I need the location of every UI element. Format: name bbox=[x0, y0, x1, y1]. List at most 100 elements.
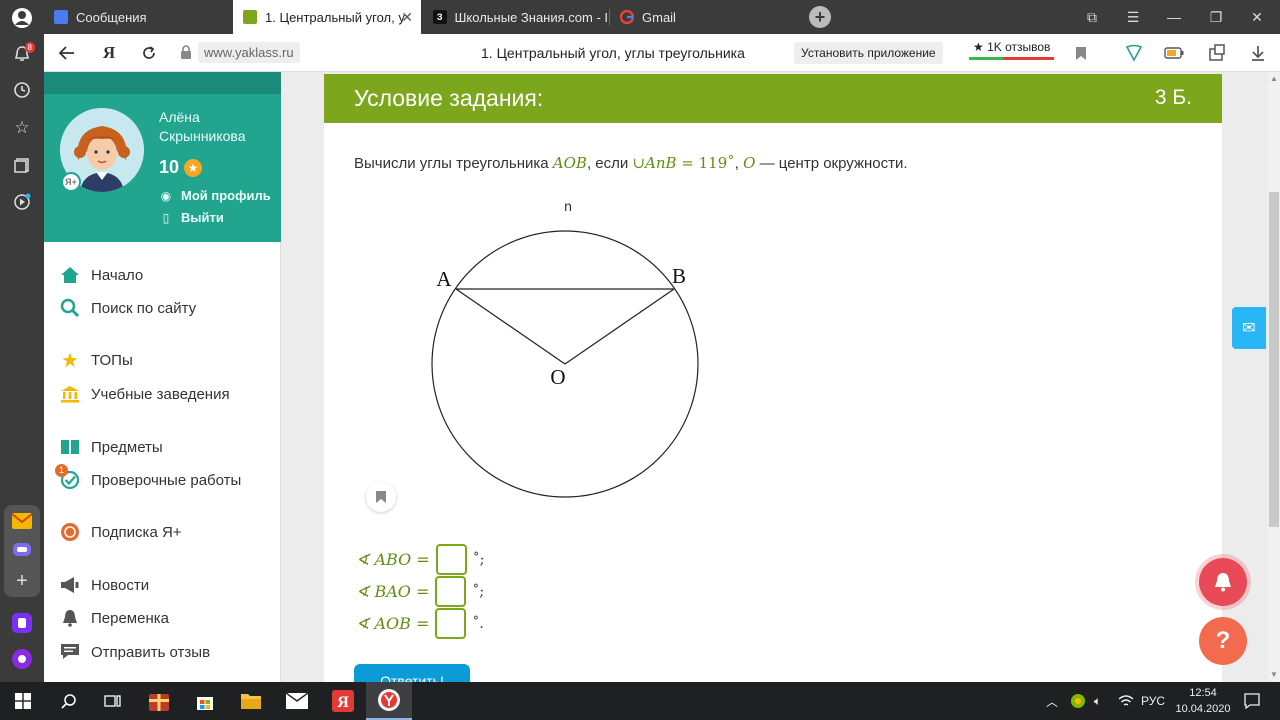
close-window-icon[interactable]: ✕ bbox=[1237, 0, 1277, 34]
voice-assistant-icon[interactable] bbox=[8, 645, 36, 673]
new-tab-button[interactable]: + bbox=[809, 6, 831, 28]
user-account-icon[interactable] bbox=[8, 4, 36, 32]
scrollbar-thumb[interactable] bbox=[1269, 192, 1279, 527]
tab-messages[interactable]: Сообщения bbox=[44, 0, 229, 34]
action-center-icon[interactable] bbox=[1244, 682, 1260, 720]
close-tab-icon[interactable]: ✕ bbox=[401, 9, 413, 26]
feedback-mail-tab[interactable]: ✉ bbox=[1232, 307, 1266, 349]
notifications-bell-button[interactable] bbox=[1199, 558, 1247, 606]
sidebar-item-label: ТОПы bbox=[91, 351, 133, 369]
sidebar-item-label: Отправить отзыв bbox=[91, 643, 211, 661]
sidebar-item-break[interactable]: Переменка bbox=[59, 608, 169, 628]
extensions-icon[interactable] bbox=[1207, 43, 1227, 63]
alice-app-icon[interactable] bbox=[8, 609, 36, 637]
sidebar-item-feedback[interactable]: Отправить отзыв bbox=[59, 642, 210, 662]
bookmark-page-icon[interactable] bbox=[1071, 43, 1091, 63]
profile-name[interactable]: Алёна Скрынникова bbox=[159, 108, 246, 146]
browser-menu-icon[interactable]: ☰ bbox=[1113, 0, 1153, 34]
tab-znanija[interactable]: З Школьные Знания.com - I bbox=[423, 0, 608, 34]
yandex-browser-icon[interactable] bbox=[366, 682, 412, 720]
my-profile-link[interactable]: ◉ Мой профиль bbox=[159, 188, 271, 203]
answer-input-bao[interactable] bbox=[435, 576, 467, 607]
restore-icon[interactable]: ❐ bbox=[1196, 0, 1236, 34]
sidebar-item-tops[interactable]: ★ ТОПы bbox=[59, 350, 133, 372]
page-scrollbar[interactable]: ▲ ▼ bbox=[1268, 72, 1280, 682]
file-explorer-icon[interactable] bbox=[228, 682, 274, 720]
yaklass-plus-badge: Я+ bbox=[61, 172, 81, 192]
notifications-bell-icon[interactable]: 8 bbox=[8, 40, 36, 68]
show-hidden-icons-icon[interactable]: ︿ bbox=[1046, 682, 1058, 720]
sidebar-item-home[interactable]: Начало bbox=[59, 265, 143, 285]
question-math: O bbox=[743, 154, 756, 172]
video-play-icon[interactable] bbox=[8, 188, 36, 216]
znanija-favicon: З bbox=[433, 10, 447, 24]
system-clock[interactable]: 12:54 10.04.2020 bbox=[1168, 685, 1238, 717]
bookmarks-star-icon[interactable]: ☆ bbox=[8, 114, 36, 142]
scroll-up-arrow-icon[interactable]: ▲ bbox=[1270, 74, 1278, 83]
tray-app-icon[interactable] bbox=[1070, 682, 1086, 720]
answer-row-bao: ∢ BAO = ˚; bbox=[356, 576, 484, 607]
tab-gmail[interactable]: Gmail bbox=[610, 0, 800, 34]
minimize-icon[interactable]: — bbox=[1154, 0, 1194, 34]
help-button[interactable]: ? bbox=[1199, 617, 1247, 665]
lock-icon[interactable] bbox=[180, 45, 192, 59]
search-icon bbox=[59, 298, 81, 318]
input-language[interactable]: РУС bbox=[1141, 682, 1165, 720]
tab-label: Gmail bbox=[642, 9, 676, 25]
history-clock-icon[interactable] bbox=[8, 76, 36, 104]
question-math: ∪AnB bbox=[632, 154, 677, 172]
battery-saver-icon[interactable] bbox=[1164, 43, 1184, 63]
yaklass-plus-icon bbox=[59, 522, 81, 542]
taskbar-search-icon[interactable] bbox=[46, 682, 92, 720]
url-domain[interactable]: www.yaklass.ru bbox=[198, 42, 300, 63]
svg-text:Я: Я bbox=[337, 694, 349, 711]
messenger-app-icon[interactable] bbox=[8, 537, 36, 565]
mail-app-icon[interactable] bbox=[8, 507, 36, 535]
my-profile-label: Мой профиль bbox=[181, 188, 271, 203]
mail-app-taskbar-icon[interactable] bbox=[274, 682, 320, 720]
back-icon[interactable] bbox=[56, 42, 78, 64]
profile-topbar bbox=[44, 72, 281, 94]
yandex-app-icon[interactable]: Я bbox=[320, 682, 366, 720]
sidebar-item-subjects[interactable]: Предметы bbox=[59, 437, 163, 457]
sidebar-item-schools[interactable]: Учебные заведения bbox=[59, 384, 230, 404]
yaklass-favicon bbox=[243, 10, 257, 24]
sidebar-item-search[interactable]: Поиск по сайту bbox=[59, 298, 196, 318]
tab-label: Школьные Знания.com - I bbox=[454, 9, 609, 25]
reviews-button[interactable]: ★ 1K отзывов bbox=[969, 40, 1055, 60]
install-app-button[interactable]: Установить приложение bbox=[794, 42, 943, 64]
sidebar-item-label: Переменка bbox=[91, 609, 169, 627]
reload-icon[interactable] bbox=[138, 42, 160, 64]
network-icon[interactable] bbox=[1118, 682, 1134, 720]
logout-link[interactable]: ▯ Выйти bbox=[159, 210, 224, 225]
sidebar-item-news[interactable]: Новости bbox=[59, 575, 149, 595]
answer-unit: ˚; bbox=[472, 551, 485, 568]
gift-app-icon[interactable] bbox=[136, 682, 182, 720]
tablet-mode-icon[interactable]: ⧉ bbox=[1072, 0, 1112, 34]
task-view-icon[interactable] bbox=[90, 682, 136, 720]
answer-input-abo[interactable] bbox=[435, 544, 467, 575]
scroll-down-arrow-icon[interactable]: ▼ bbox=[1270, 670, 1278, 679]
profile-person-icon: ◉ bbox=[160, 188, 172, 203]
volume-icon[interactable]: 🔈︎ bbox=[1094, 682, 1101, 720]
store-app-icon[interactable] bbox=[182, 682, 228, 720]
page-viewport: Я+ Алёна Скрынникова 10 ★ ◉ Мой профиль … bbox=[44, 72, 1268, 682]
yandex-logo-icon[interactable]: Я bbox=[98, 42, 120, 64]
clock-date: 10.04.2020 bbox=[1175, 703, 1231, 715]
save-task-bookmark-button[interactable] bbox=[366, 482, 396, 512]
sidebar-item-label: Учебные заведения bbox=[91, 385, 230, 403]
sidebar-item-tests[interactable]: 1 Проверочные работы bbox=[55, 464, 241, 490]
sidebar-item-label: Поиск по сайту bbox=[91, 299, 197, 317]
tab-yaklass[interactable]: 1. Центральный угол, у ✕ bbox=[233, 0, 421, 34]
add-app-icon[interactable]: + bbox=[8, 567, 36, 595]
answer-input-aob[interactable] bbox=[435, 608, 467, 639]
protect-shield-icon[interactable] bbox=[1124, 43, 1144, 63]
collections-icon[interactable] bbox=[8, 151, 36, 179]
sidebar-item-subscription[interactable]: Подписка Я+ bbox=[59, 522, 182, 542]
google-favicon bbox=[620, 10, 634, 24]
point-label-b: B bbox=[672, 264, 686, 288]
book-icon bbox=[59, 437, 81, 457]
submit-answer-button[interactable]: Ответить! bbox=[354, 664, 470, 682]
windows-start-icon[interactable] bbox=[0, 682, 46, 720]
downloads-icon[interactable] bbox=[1248, 43, 1268, 63]
